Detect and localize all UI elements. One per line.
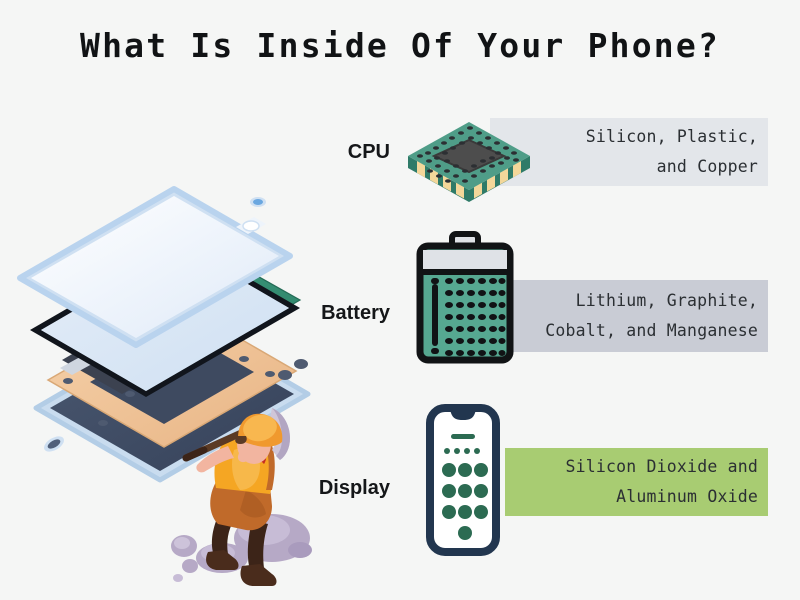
phone-display-icon (424, 404, 514, 556)
page-title: What Is Inside Of Your Phone? (80, 26, 720, 65)
cpu-chip-icon (404, 100, 534, 202)
battery-materials-line-2: Cobalt, and Manganese (545, 321, 758, 340)
display-materials-line-2: Aluminum Oxide (616, 487, 758, 506)
battery-materials-band: Lithium, Graphite, Cobalt, and Manganese (512, 280, 768, 352)
battery-materials-line-1: Lithium, Graphite, (575, 291, 758, 310)
cpu-row-label: CPU (347, 141, 390, 163)
display-materials-line-1: Silicon Dioxide and (565, 457, 758, 476)
cpu-materials-line-1: Silicon, Plastic, (585, 127, 758, 146)
cpu-materials-line-2: and Copper (656, 157, 758, 176)
battery-icon (412, 231, 522, 364)
battery-row-label: Battery (321, 302, 390, 324)
display-row-label: Display (318, 477, 390, 499)
display-materials-band: Silicon Dioxide and Aluminum Oxide (505, 448, 768, 516)
infographic-canvas: What Is Inside Of Your Phone? Silicon, P… (0, 0, 800, 600)
